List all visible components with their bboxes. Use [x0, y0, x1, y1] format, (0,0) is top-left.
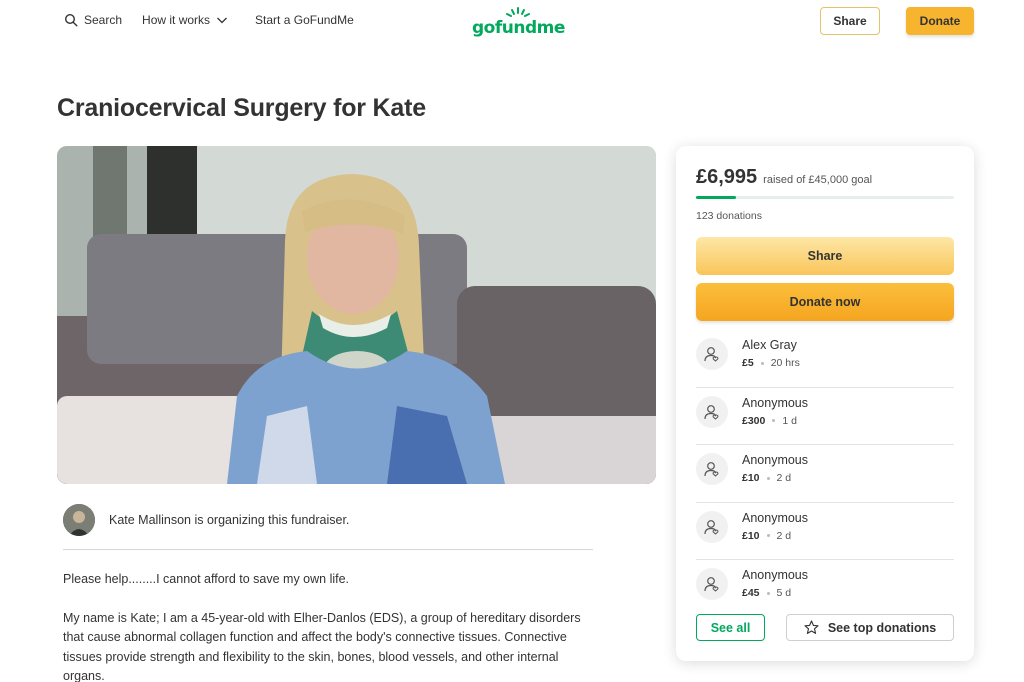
donation-time: 2 d — [776, 529, 792, 542]
donor-name: Anonymous — [742, 568, 809, 582]
how-it-works-menu[interactable]: How it works — [142, 13, 228, 27]
campaign-story: Please help........I cannot afford to sa… — [63, 570, 593, 682]
gofundme-logo[interactable]: gofundme — [472, 6, 565, 40]
separator-dot — [766, 534, 770, 537]
search-icon — [64, 13, 78, 27]
donor-name: Anonymous — [742, 395, 809, 410]
donor-name: Anonymous — [742, 453, 809, 467]
donation-item: Anonymous £10 2 d — [696, 445, 954, 503]
donation-amount: £45 — [742, 587, 760, 599]
star-icon — [804, 620, 819, 635]
raised-amount: £6,995 — [696, 166, 758, 188]
donation-amount: £5 — [742, 357, 754, 369]
donation-item: Alex Gray £5 20 hrs — [696, 330, 954, 388]
donor-icon — [696, 510, 728, 543]
progress-fill — [696, 196, 736, 199]
campaign-photo-illustration — [57, 146, 656, 484]
header-share-button[interactable]: Share — [820, 7, 880, 35]
logo-text: gofundme — [472, 18, 565, 38]
donation-meta: £5 20 hrs — [742, 357, 800, 369]
start-gofundme-link[interactable]: Start a GoFundMe — [255, 13, 354, 27]
donation-item: Anonymous £45 5 d — [696, 560, 954, 618]
recent-donations-list: Alex Gray £5 20 hrs Anonymous £300 1 d A… — [696, 330, 954, 618]
separator-dot — [760, 361, 764, 365]
donation-meta: £45 5 d — [742, 587, 791, 599]
progress-bar — [696, 196, 954, 199]
donation-amount: £300 — [742, 414, 766, 427]
goal-text: raised of £45,000 goal — [763, 174, 873, 186]
see-top-donations-label: See top donations — [827, 620, 937, 635]
top-nav: Search How it works Start a GoFundMe gof… — [0, 0, 1024, 44]
search-link[interactable]: Search — [64, 13, 122, 27]
chevron-down-icon — [216, 14, 228, 26]
page-title: Craniocervical Surgery for Kate — [57, 94, 426, 122]
header-donate-button[interactable]: Donate — [906, 7, 974, 35]
donation-meta: £300 1 d — [742, 415, 797, 427]
donor-icon — [696, 395, 728, 428]
how-it-works-label: How it works — [142, 13, 211, 27]
donation-time: 1 d — [782, 414, 797, 427]
separator-dot — [766, 591, 770, 595]
start-gofundme-label: Start a GoFundMe — [255, 13, 354, 27]
story-paragraph: My name is Kate; I am a 45-year-old with… — [63, 610, 581, 682]
donation-time: 20 hrs — [770, 357, 800, 369]
see-top-donations-button[interactable]: See top donations — [786, 614, 954, 641]
nav-left: Search How it works Start a GoFundMe — [64, 13, 354, 27]
campaign-photo[interactable] — [57, 146, 656, 484]
donation-item: Anonymous £300 1 d — [696, 388, 954, 445]
separator-dot — [766, 476, 770, 480]
donation-time: 2 d — [776, 472, 792, 484]
donation-meta: £10 2 d — [742, 472, 791, 484]
donor-icon — [696, 568, 728, 600]
donation-count: 123 donations — [696, 210, 762, 222]
donation-meta: £10 2 d — [742, 530, 791, 542]
donate-now-button[interactable]: Donate now — [696, 283, 954, 321]
organizer-row: Kate Mallinson is organizing this fundra… — [63, 504, 593, 550]
organizer-text: Kate Mallinson is organizing this fundra… — [109, 513, 350, 527]
see-all-button[interactable]: See all — [696, 614, 765, 641]
donor-icon — [696, 453, 728, 485]
donation-item: Anonymous £10 2 d — [696, 503, 954, 560]
donation-time: 5 d — [776, 587, 792, 599]
donor-name: Alex Gray — [742, 338, 797, 352]
donation-amount: £10 — [742, 472, 760, 484]
donor-icon — [696, 338, 728, 370]
organizer-avatar[interactable] — [63, 504, 95, 536]
story-paragraph: Please help........I cannot afford to sa… — [63, 572, 350, 586]
separator-dot — [772, 419, 776, 422]
raised-summary: £6,995 raised of £45,000 goal — [696, 166, 872, 189]
share-button[interactable]: Share — [696, 237, 954, 275]
donation-card: £6,995 raised of £45,000 goal 123 donati… — [676, 146, 974, 661]
donor-name: Anonymous — [742, 510, 809, 525]
search-label: Search — [84, 13, 123, 27]
donation-amount: £10 — [742, 529, 760, 542]
